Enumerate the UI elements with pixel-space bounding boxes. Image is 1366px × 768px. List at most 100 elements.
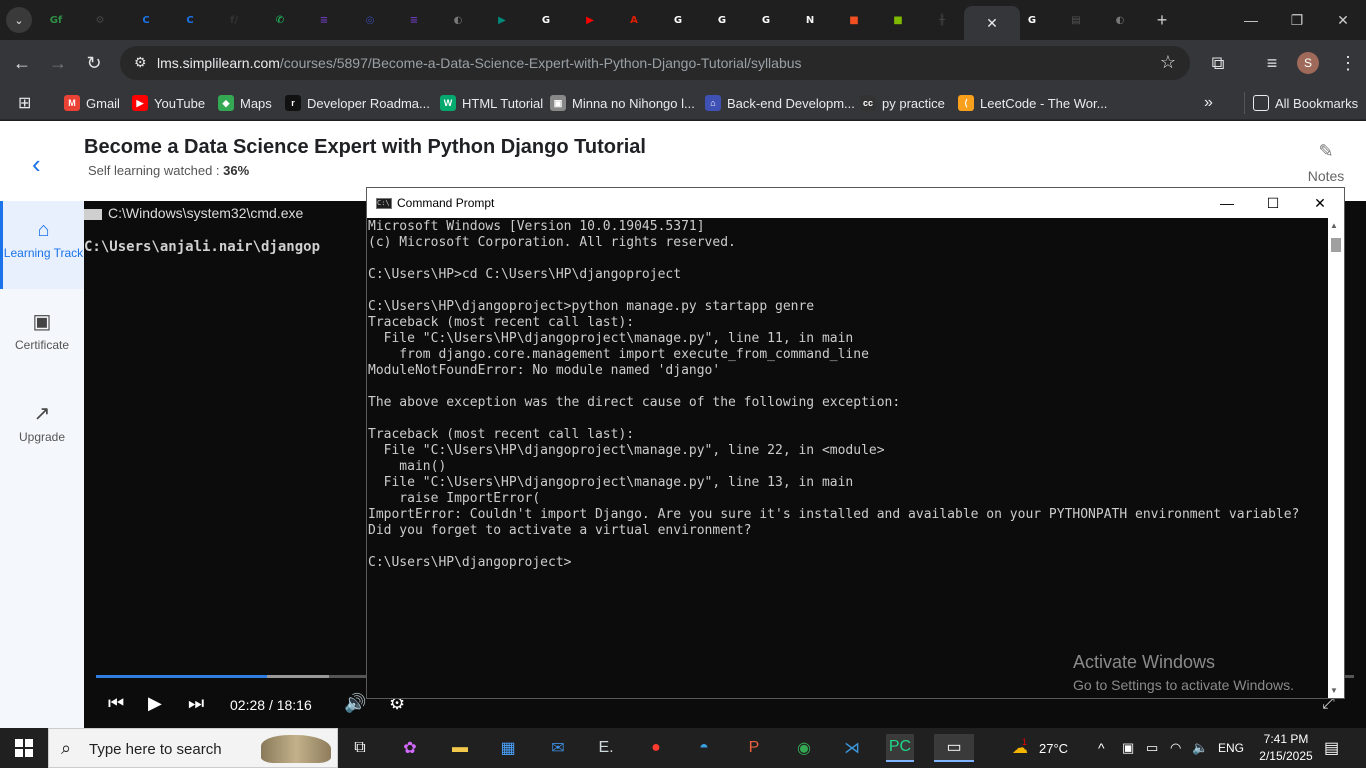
profile-avatar[interactable]: S — [1297, 52, 1319, 74]
tab-16[interactable]: G — [744, 6, 788, 34]
tab-14[interactable]: G — [656, 6, 700, 34]
tab-after-1[interactable]: ▤ — [1054, 6, 1098, 34]
tab-10[interactable]: ▶ — [480, 6, 524, 34]
mail-icon[interactable]: ✉ — [544, 734, 572, 762]
sidebar-item-certificate[interactable]: ▣ Certificate — [0, 309, 84, 352]
bookmark-item[interactable]: ▶ YouTube — [132, 92, 205, 114]
forward-icon[interactable]: → — [44, 49, 72, 77]
copilot-icon[interactable]: ✿ — [396, 734, 424, 762]
apps-grid-icon[interactable]: ⊞ — [18, 92, 31, 114]
tab-after-0[interactable]: G — [1010, 6, 1054, 34]
tray-overflow-icon[interactable]: ^ — [1098, 728, 1105, 768]
cmd-titlebar[interactable]: C:\ Command Prompt — ☐ ✕ — [367, 188, 1344, 218]
tab-20[interactable]: ╫ — [920, 6, 964, 34]
volume-icon[interactable]: 🔊 — [344, 693, 366, 714]
battery-icon[interactable]: ▭ — [1146, 728, 1158, 768]
tab-search-button[interactable]: ⌄ — [6, 7, 32, 33]
tab-18[interactable]: ■ — [832, 6, 876, 34]
wifi-icon[interactable]: ◠ — [1170, 728, 1181, 768]
taskbar-search[interactable]: ⌕ Type here to search — [48, 728, 338, 768]
pycharm-icon[interactable]: PC — [886, 734, 914, 762]
scroll-down-icon[interactable]: ▼ — [1330, 686, 1338, 695]
weather-widget[interactable]: ☁ 1 27°C — [1012, 728, 1068, 768]
tab-2[interactable]: C — [124, 6, 168, 34]
tab-3[interactable]: C — [168, 6, 212, 34]
bookmark-item[interactable]: ▣ Minna no Nihongo l... — [550, 92, 695, 114]
tab-19[interactable]: ■ — [876, 6, 920, 34]
new-tab-button[interactable]: + — [1140, 6, 1184, 34]
cmd-line: Did you forget to activate a virtual env… — [368, 523, 752, 538]
camera-icon[interactable]: ▣ — [1122, 728, 1134, 768]
chrome-icon[interactable]: ◉ — [790, 734, 818, 762]
tab-15[interactable]: G — [700, 6, 744, 34]
bookmark-item[interactable]: r Developer Roadma... — [285, 92, 430, 114]
reload-icon[interactable]: ↻ — [80, 49, 108, 77]
vscode-icon[interactable]: ⋊ — [838, 734, 866, 762]
address-bar[interactable]: ⚙ lms.simplilearn.com/courses/5897/Becom… — [120, 46, 1190, 80]
next-icon[interactable]: ⏭ — [188, 693, 204, 714]
cmd-console[interactable]: Microsoft Windows [Version 10.0.19045.53… — [367, 218, 1329, 698]
store-icon[interactable]: ▦ — [494, 734, 522, 762]
command-prompt-window[interactable]: C:\ Command Prompt — ☐ ✕ Microsoft Windo… — [366, 187, 1345, 699]
tab-4[interactable]: f/ — [212, 6, 256, 34]
tab-12[interactable]: ▶ — [568, 6, 612, 34]
previous-icon[interactable]: ⏮ — [108, 693, 124, 714]
cmd-minimize-button[interactable]: — — [1204, 188, 1250, 218]
close-tab-icon[interactable]: ✕ — [986, 15, 998, 32]
terminal-app-icon[interactable]: E. — [592, 734, 620, 762]
tab-11[interactable]: G — [524, 6, 568, 34]
start-button[interactable] — [0, 728, 48, 768]
site-info-icon[interactable]: ⚙ — [134, 54, 147, 71]
tab-9[interactable]: ◐ — [436, 6, 480, 34]
scroll-thumb[interactable] — [1331, 238, 1341, 252]
cmd-line: Traceback (most recent call last): — [368, 315, 635, 330]
tab-5[interactable]: ✆ — [258, 6, 302, 34]
all-bookmarks-button[interactable]: All Bookmarks — [1244, 92, 1358, 114]
video-progress-fill — [96, 675, 268, 678]
system-clock[interactable]: 7:41 PM 2/15/2025 — [1256, 731, 1316, 765]
media-control-icon[interactable]: ≡ — [1258, 49, 1286, 77]
file-explorer-icon[interactable]: ▬ — [446, 734, 474, 762]
bookmark-item[interactable]: M Gmail — [64, 92, 120, 114]
bookmark-star-icon[interactable]: ☆ — [1160, 52, 1176, 73]
url-text[interactable]: lms.simplilearn.com/courses/5897/Become-… — [157, 55, 802, 71]
cmd-taskbar-icon[interactable]: ▭ — [934, 734, 974, 762]
cmd-scrollbar[interactable]: ▲ ▼ — [1328, 218, 1344, 698]
restore-button[interactable]: ❐ — [1274, 0, 1320, 40]
cmd-maximize-button[interactable]: ☐ — [1250, 188, 1296, 218]
tab-1[interactable]: ⚙ — [78, 6, 122, 34]
notifications-icon[interactable]: ▤ — [1324, 728, 1339, 768]
minimize-button[interactable]: — — [1228, 0, 1274, 40]
bookmarks-overflow-button[interactable]: » — [1204, 92, 1213, 114]
tab-13[interactable]: A — [612, 6, 656, 34]
tab-8[interactable]: ≡ — [392, 6, 436, 34]
record-app-icon[interactable]: ● — [642, 734, 670, 762]
chrome-menu-icon[interactable]: ⋮ — [1334, 49, 1362, 77]
bookmark-item[interactable]: ⟨ LeetCode - The Wor... — [958, 92, 1107, 114]
play-icon[interactable]: ▶ — [148, 693, 162, 714]
tab-17[interactable]: N — [788, 6, 832, 34]
bookmark-item[interactable]: ◆ Maps — [218, 92, 272, 114]
notes-button[interactable]: ✎ Notes — [1296, 141, 1356, 184]
tab-7[interactable]: ◎ — [348, 6, 392, 34]
scroll-up-icon[interactable]: ▲ — [1330, 221, 1338, 230]
extensions-icon[interactable]: ⧉ — [1204, 49, 1232, 77]
powerpoint-icon[interactable]: P — [740, 734, 768, 762]
cmd-close-button[interactable]: ✕ — [1297, 188, 1343, 218]
tab-after-2[interactable]: ◐ — [1098, 6, 1142, 34]
task-view-icon[interactable]: ⧉ — [346, 734, 374, 762]
google-icon: G — [673, 14, 683, 26]
tab-0[interactable]: Gf — [34, 6, 78, 34]
volume-tray-icon[interactable]: 🔈 — [1192, 728, 1208, 768]
sidebar-item-learning-track[interactable]: ⌂ Learning Track — [0, 201, 84, 289]
language-indicator[interactable]: ENG — [1218, 728, 1244, 768]
close-window-button[interactable]: ✕ — [1320, 0, 1366, 40]
bookmark-item[interactable]: cc py practice — [860, 92, 945, 114]
edge-icon[interactable]: ◓ — [690, 734, 718, 762]
tab-6[interactable]: ≡ — [302, 6, 346, 34]
bookmark-item[interactable]: W HTML Tutorial — [440, 92, 543, 114]
back-to-course-icon[interactable]: ‹ — [32, 149, 41, 180]
back-icon[interactable]: ← — [8, 49, 36, 77]
bookmark-item[interactable]: ⌂ Back-end Developm... — [705, 92, 855, 114]
sidebar-item-upgrade[interactable]: ↗ Upgrade — [0, 401, 84, 444]
